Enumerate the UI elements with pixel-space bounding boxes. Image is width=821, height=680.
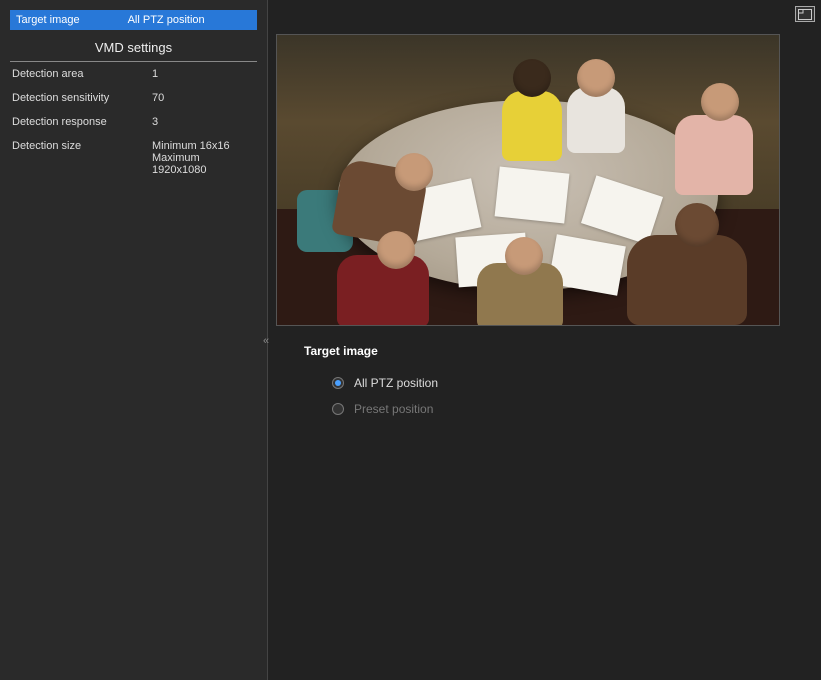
fullscreen-icon: [798, 9, 812, 20]
fullscreen-button[interactable]: [795, 6, 815, 22]
target-image-form: Target image All PTZ position Preset pos…: [276, 326, 813, 446]
settings-value: 70: [152, 92, 255, 104]
radio-row-all-ptz[interactable]: All PTZ position: [304, 376, 785, 390]
target-image-title: Target image: [304, 344, 785, 358]
radio-preset[interactable]: [332, 403, 344, 415]
settings-value: 3: [152, 116, 255, 128]
settings-label: Detection size: [12, 140, 152, 176]
settings-value: Minimum 16x16 Maximum 1920x1080: [152, 140, 255, 176]
settings-row-detection-sensitivity: Detection sensitivity 70: [10, 86, 257, 110]
settings-label: Detection area: [12, 68, 152, 80]
radio-all-ptz[interactable]: [332, 377, 344, 389]
sidebar: Target image All PTZ position VMD settin…: [0, 0, 268, 680]
settings-value-min: Minimum 16x16: [152, 140, 230, 152]
settings-row-detection-size: Detection size Minimum 16x16 Maximum 192…: [10, 134, 257, 182]
settings-label: Detection sensitivity: [12, 92, 152, 104]
settings-row-detection-area: Detection area 1: [10, 62, 257, 86]
camera-preview[interactable]: [276, 34, 780, 326]
main-panel: Target image All PTZ position Preset pos…: [268, 0, 821, 680]
sidebar-header[interactable]: Target image All PTZ position: [10, 10, 257, 30]
settings-value-max: Maximum 1920x1080: [152, 152, 255, 176]
radio-label-preset: Preset position: [354, 402, 433, 416]
radio-label-all-ptz: All PTZ position: [354, 376, 438, 390]
sidebar-header-right: All PTZ position: [128, 14, 205, 26]
collapse-sidebar-icon[interactable]: «: [263, 335, 275, 351]
settings-row-detection-response: Detection response 3: [10, 110, 257, 134]
vmd-settings-title: VMD settings: [10, 30, 257, 62]
settings-value: 1: [152, 68, 255, 80]
sidebar-header-left: Target image: [16, 14, 80, 26]
settings-label: Detection response: [12, 116, 152, 128]
radio-row-preset[interactable]: Preset position: [304, 402, 785, 416]
